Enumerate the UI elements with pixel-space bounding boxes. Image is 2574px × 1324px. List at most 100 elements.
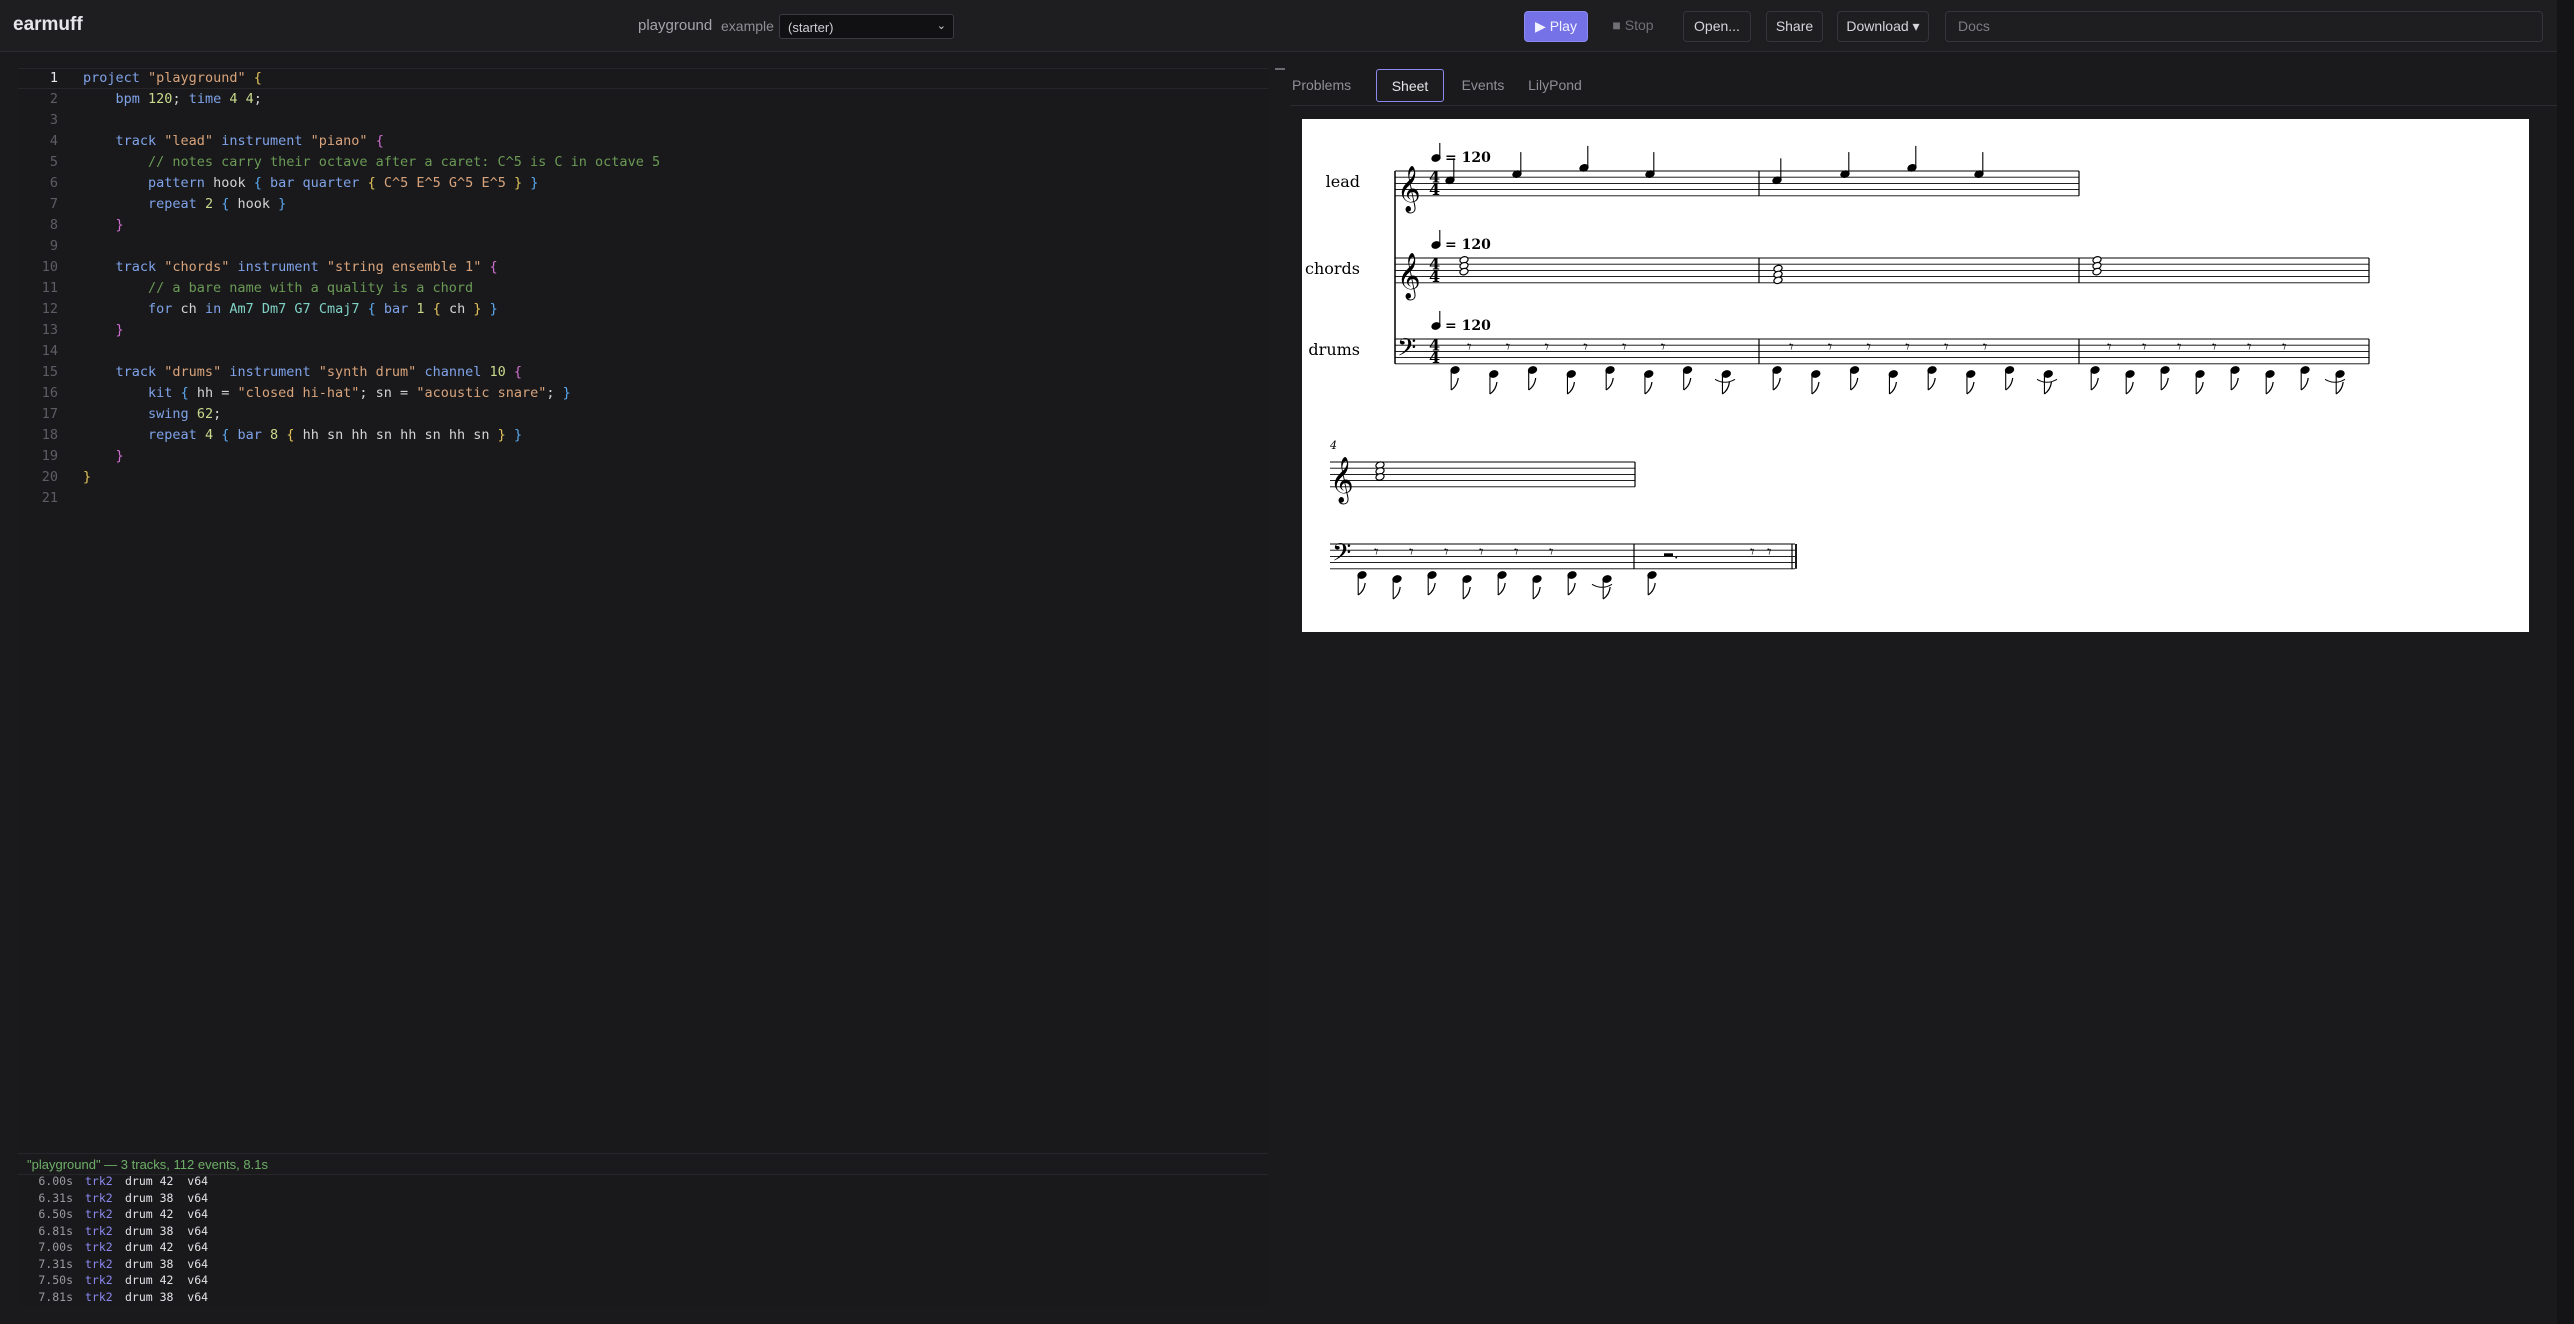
eighth-rest: 𝄾 [2177, 338, 2182, 358]
bass-clef: 𝄢 [1332, 539, 1351, 574]
eighth-rest: 𝄾 [1767, 543, 1772, 563]
log-time: 6.00s [38, 1176, 73, 1188]
stop-button[interactable]: ■ Stop [1606, 11, 1660, 42]
line-number: 13 [41, 322, 58, 338]
log-row: 7.00s trk2 drum 42 v64 [18, 1239, 208, 1256]
code-line: } [115, 448, 124, 464]
time-sig-bottom: 4 [1429, 180, 1440, 199]
treble-clef: 𝄞 [1397, 166, 1421, 214]
log-track: trk2 [85, 1207, 113, 1221]
note-flag [1532, 586, 1541, 600]
eighth-rest: 𝄾 [1622, 338, 1627, 358]
log-message: drum 38 v64 [125, 1289, 209, 1304]
line-number: 5 [49, 154, 58, 170]
code-line: track "drums" instrument "synth drum" ch… [115, 364, 523, 380]
play-button[interactable]: ▶ Play [1524, 11, 1588, 42]
note-flag [2195, 381, 2204, 395]
note-flag [2090, 377, 2099, 391]
log-row: 7.81s trk2 drum 38 v64 [18, 1289, 208, 1306]
score-svg: lead 𝄞 44= 120chords 𝄞 44= 120drums 𝄢 44= 120𝄾… [1305, 143, 2370, 600]
log-track: trk2 [85, 1223, 113, 1238]
rest-dot: . [1674, 546, 1678, 562]
note-flag [1357, 582, 1366, 596]
eighth-rest: 𝄾 [1374, 543, 1379, 563]
treble-clef: 𝄞 [1330, 457, 1354, 505]
event-log: 6.00s trk2 drum 42 v64 6.31s trk2 drum 38 v6… [18, 1176, 1268, 1306]
eighth-rest: 𝄾 [1467, 338, 1472, 358]
eighth-rest: 𝄾 [1506, 338, 1511, 358]
tab-events[interactable]: Events [1459, 69, 1507, 102]
code-line: // a bare name with a quality is a chord [148, 280, 474, 296]
example-select[interactable]: (starter) ⌄ [779, 14, 954, 39]
share-button[interactable]: Share [1766, 11, 1823, 42]
note-flag [2044, 381, 2053, 395]
eighth-rest: 𝄾 [1545, 338, 1550, 358]
time-sig-bottom: 4 [1429, 267, 1440, 286]
log-time: 6.31s [38, 1190, 73, 1205]
line-number: 14 [41, 343, 58, 359]
note-flag [1450, 377, 1459, 391]
sheet-music-view: lead 𝄞 4 4 = 120 chords 𝄞 4 4 = 120 drums 𝄢 4 4 = 120 𝄾… [1302, 119, 2529, 632]
tab-sheet[interactable]: Sheet [1376, 69, 1444, 102]
line-number: 11 [41, 280, 58, 296]
download-button[interactable]: Download ▾ [1837, 11, 1929, 42]
line-number: 21 [41, 490, 58, 506]
staff-label-drums: drums [1308, 340, 1360, 359]
note-flag [1966, 381, 1975, 395]
log-message: drum 42 v64 [125, 1240, 209, 1254]
docs-input[interactable]: Docs [1945, 11, 2543, 42]
editor-scrollbar[interactable] [1272, 66, 1286, 1152]
treble-clef: 𝄞 [1397, 253, 1421, 301]
log-message: drum 38 v64 [125, 1256, 209, 1271]
tie [2036, 378, 2058, 383]
tab-lilypond[interactable]: LilyPond [1524, 69, 1586, 102]
tempo-marking: = 120 [1445, 237, 1491, 253]
line-number: 15 [41, 364, 58, 380]
line-number: 10 [41, 259, 58, 275]
tie [2324, 378, 2346, 383]
log-row: 6.31s trk2 drum 38 v64 [18, 1190, 208, 1207]
note-flag [1462, 586, 1471, 600]
tie [1591, 583, 1613, 588]
note-flag [1567, 582, 1576, 596]
eighth-rest: 𝄾 [1479, 543, 1484, 563]
scrollbar-thumb[interactable] [1275, 68, 1285, 70]
note-flag [1392, 586, 1401, 600]
line-number: 2 [49, 91, 58, 107]
eighth-rest: 𝄾 [1514, 543, 1519, 563]
chevron-down-icon: ⌄ [936, 20, 946, 32]
eighth-rest: 𝄾 [1444, 543, 1449, 563]
line-number: 3 [49, 112, 58, 128]
note-flag [1497, 582, 1506, 596]
note-flag [2125, 381, 2134, 395]
log-row: 7.31s trk2 drum 38 v64 [18, 1256, 208, 1273]
code-line: for ch in Am7 Dm7 G7 Cmaj7 { bar 1 { ch … [148, 301, 498, 317]
note-flag [1889, 381, 1898, 395]
bar-number: 4 [1329, 439, 1337, 452]
eighth-rest: 𝄾 [1789, 338, 1794, 358]
log-track: trk2 [85, 1190, 113, 1205]
tie [1714, 378, 1736, 383]
open-button[interactable]: Open... [1683, 11, 1751, 42]
project-name: playground [638, 17, 713, 34]
note-flag [2335, 381, 2344, 395]
note-flag [1722, 381, 1731, 395]
code-editor[interactable]: 1 2 3 4 5 6 7 8 9 10 11 12 13 14 15 16 1… [18, 66, 1285, 1152]
eighth-rest: 𝄾 [1549, 543, 1554, 563]
log-message: drum 38 v64 [125, 1223, 209, 1238]
note-flag [1644, 381, 1653, 395]
tempo-marking: = 120 [1445, 318, 1491, 334]
line-number: 17 [41, 406, 58, 422]
log-row: 6.00s trk2 drum 42 v64 [18, 1176, 208, 1190]
log-time: 6.81s [38, 1223, 73, 1238]
note-flag [1528, 377, 1537, 391]
line-number: 16 [41, 385, 58, 401]
tab-problems[interactable]: Problems [1292, 69, 1351, 102]
note-flag [1605, 377, 1614, 391]
log-track: trk2 [85, 1240, 113, 1254]
line-number: 7 [49, 196, 58, 212]
eighth-rest: 𝄾 [2282, 338, 2287, 358]
log-track: trk2 [85, 1273, 113, 1287]
log-message: drum 42 v64 [125, 1207, 209, 1221]
code-line: kit { hh = "closed hi-hat"; sn = "acoust… [148, 385, 571, 401]
